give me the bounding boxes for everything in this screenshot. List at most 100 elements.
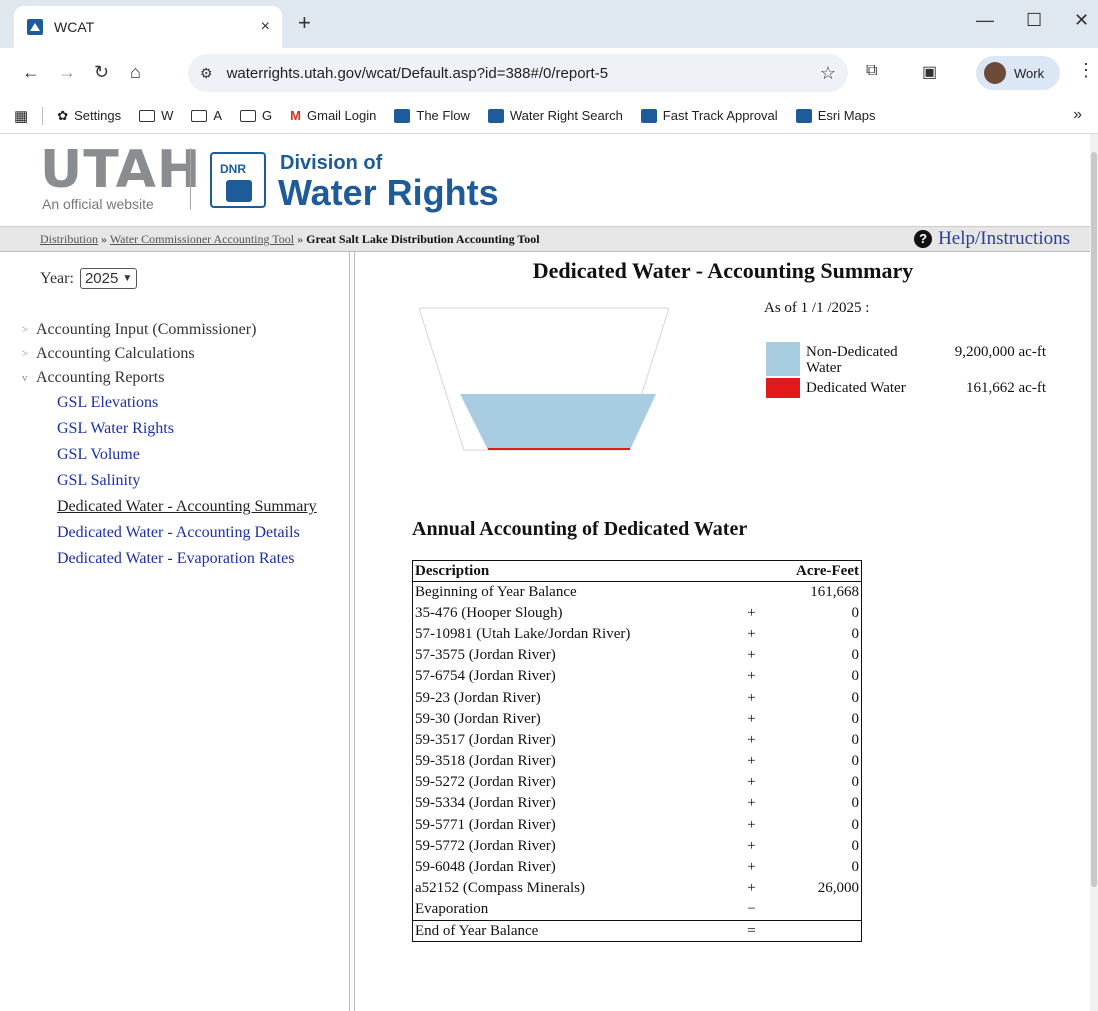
lake-volume-graphic <box>418 307 670 451</box>
cell-acre-feet: 0 <box>851 774 860 791</box>
nav-group-accounting-calculations[interactable]: > Accounting Calculations <box>22 342 317 366</box>
cell-operator: − <box>747 901 756 918</box>
wr-favicon-icon <box>487 108 504 123</box>
legend-swatch <box>766 342 800 376</box>
water-rights-title[interactable]: Water Rights <box>278 172 499 214</box>
sidebar-item-accounting-details[interactable]: Dedicated Water - Accounting Details <box>22 520 317 546</box>
legend-dedicated: Dedicated Water 161,662 ac-ft <box>766 378 1046 398</box>
menu-icon[interactable]: ⋮ <box>1077 60 1095 81</box>
cell-operator: + <box>747 880 756 897</box>
cell-description: 59-5272 (Jordan River) <box>415 774 556 791</box>
cell-acre-feet: 0 <box>851 795 860 812</box>
forward-icon[interactable]: → <box>58 62 76 83</box>
cell-acre-feet <box>781 919 862 942</box>
new-tab-button[interactable]: + <box>298 10 311 36</box>
breadcrumb-distribution[interactable]: Distribution <box>40 232 98 246</box>
bookmark-fast-track[interactable]: Fast Track Approval <box>640 108 778 123</box>
cell-acre-feet: 0 <box>851 647 860 664</box>
minimize-icon[interactable]: — <box>976 10 994 31</box>
wr-favicon-icon <box>394 108 411 123</box>
url-text[interactable]: waterrights.utah.gov/wcat/Default.asp?id… <box>227 65 820 82</box>
year-label: Year: <box>40 269 74 287</box>
cell-operator <box>722 582 782 603</box>
cell-acre-feet: 0 <box>851 731 860 748</box>
bookmark-gmail[interactable]: M Gmail Login <box>290 108 376 123</box>
browser-tab-bar: WCAT × + — ☐ ✕ <box>0 0 1098 48</box>
cell-acre-feet <box>782 899 862 920</box>
more-bookmarks-icon[interactable]: » <box>1073 106 1082 124</box>
maximize-icon[interactable]: ☐ <box>1026 10 1042 31</box>
site-info-icon[interactable]: ⚙ <box>200 65 213 82</box>
legend-label: Dedicated Water <box>806 380 906 396</box>
scrollbar-thumb[interactable] <box>1091 152 1097 887</box>
help-link[interactable]: ? Help/Instructions <box>914 228 1070 250</box>
year-select[interactable]: 2025 ▼ <box>79 268 138 289</box>
bookmark-star-icon[interactable]: ☆ <box>820 63 836 84</box>
bookmark-folder-w[interactable]: W <box>139 108 173 123</box>
legend-value: 161,662 ac-ft <box>966 380 1046 396</box>
window-close-icon[interactable]: ✕ <box>1074 10 1089 31</box>
bookmark-the-flow[interactable]: The Flow <box>394 108 470 123</box>
official-website-text: An official website <box>42 196 154 212</box>
help-question-icon: ? <box>914 230 933 248</box>
breadcrumb-separator: » <box>297 232 304 246</box>
sidebar-item-evaporation-rates[interactable]: Dedicated Water - Evaporation Rates <box>22 546 317 572</box>
cell-acre-feet: 0 <box>851 668 860 685</box>
sidebar-item-gsl-salinity[interactable]: GSL Salinity <box>22 468 317 494</box>
utah-logo[interactable]: UTAH <box>40 140 201 200</box>
table-row: Evaporation − <box>413 899 862 920</box>
cell-description: Beginning of Year Balance <box>415 583 577 600</box>
nav-group-accounting-input[interactable]: > Accounting Input (Commissioner) <box>22 318 317 342</box>
bookmark-folder-a[interactable]: A <box>191 108 222 123</box>
bookmark-esri-maps[interactable]: Esri Maps <box>795 108 875 123</box>
avatar <box>984 62 1006 84</box>
back-icon[interactable]: ← <box>22 62 40 83</box>
table-row: 59-3517 (Jordan River) +0 <box>413 730 862 751</box>
folder-icon <box>139 109 156 122</box>
reload-icon[interactable]: ↻ <box>94 62 109 83</box>
breadcrumb-wcat[interactable]: Water Commissioner Accounting Tool <box>110 232 294 246</box>
sidebar-item-gsl-elevations[interactable]: GSL Elevations <box>22 390 317 416</box>
browser-tab[interactable]: WCAT × <box>14 6 282 48</box>
table-row: 59-30 (Jordan River) +0 <box>413 709 862 730</box>
cell-acre-feet: 0 <box>851 837 860 854</box>
sidebar-item-gsl-volume[interactable]: GSL Volume <box>22 442 317 468</box>
cell-operator: + <box>747 837 756 854</box>
bookmark-settings[interactable]: ✿ Settings <box>57 108 121 124</box>
chevron-down-icon: ▼ <box>122 273 133 284</box>
gmail-icon: M <box>290 108 301 123</box>
wr-favicon-icon <box>640 108 657 123</box>
home-icon[interactable]: ⌂ <box>130 62 141 83</box>
sidebar-item-gsl-water-rights[interactable]: GSL Water Rights <box>22 416 317 442</box>
address-bar[interactable]: ⚙ waterrights.utah.gov/wcat/Default.asp?… <box>188 54 848 92</box>
table-row: 59-3518 (Jordan River) +0 <box>413 751 862 772</box>
cell-description: 59-30 (Jordan River) <box>415 710 541 727</box>
bookmark-water-right-search[interactable]: Water Right Search <box>487 108 623 123</box>
tab-close-icon[interactable]: × <box>261 18 270 36</box>
cell-description: Evaporation <box>415 901 489 918</box>
profile-button[interactable]: Work <box>976 56 1060 90</box>
cell-description: 35-476 (Hooper Slough) <box>415 604 563 621</box>
nav-group-accounting-reports[interactable]: v Accounting Reports <box>22 366 317 390</box>
tab-title: WCAT <box>54 19 95 35</box>
wcat-favicon-icon <box>26 18 44 36</box>
cell-operator: + <box>747 710 756 727</box>
table-row: 57-3575 (Jordan River) +0 <box>413 645 862 666</box>
apps-icon[interactable]: ▦ <box>14 107 28 125</box>
legend-value: 9,200,000 ac-ft <box>954 344 1046 360</box>
table-row: End of Year Balance = <box>412 919 862 942</box>
extensions-icon[interactable]: ⧉ <box>866 62 877 80</box>
non-dedicated-water-fill <box>460 394 656 450</box>
reading-mode-icon[interactable]: ▣ <box>922 62 937 82</box>
cell-description: 57-3575 (Jordan River) <box>415 647 556 664</box>
as-of-date: As of 1 /1 /2025 : <box>764 300 870 316</box>
breadcrumb-current: Great Salt Lake Distribution Accounting … <box>306 232 540 246</box>
table-body: Beginning of Year Balance 161,668 35-476 (… <box>412 582 862 942</box>
cell-acre-feet: 0 <box>851 625 860 642</box>
sidebar-item-accounting-summary[interactable]: Dedicated Water - Accounting Summary <box>22 494 317 520</box>
header-divider <box>190 148 191 210</box>
dnr-logo-icon[interactable]: DNR <box>210 152 266 208</box>
cell-operator: + <box>747 604 756 621</box>
year-selector-row: Year: 2025 ▼ <box>40 268 138 289</box>
bookmark-folder-g[interactable]: G <box>240 108 272 123</box>
